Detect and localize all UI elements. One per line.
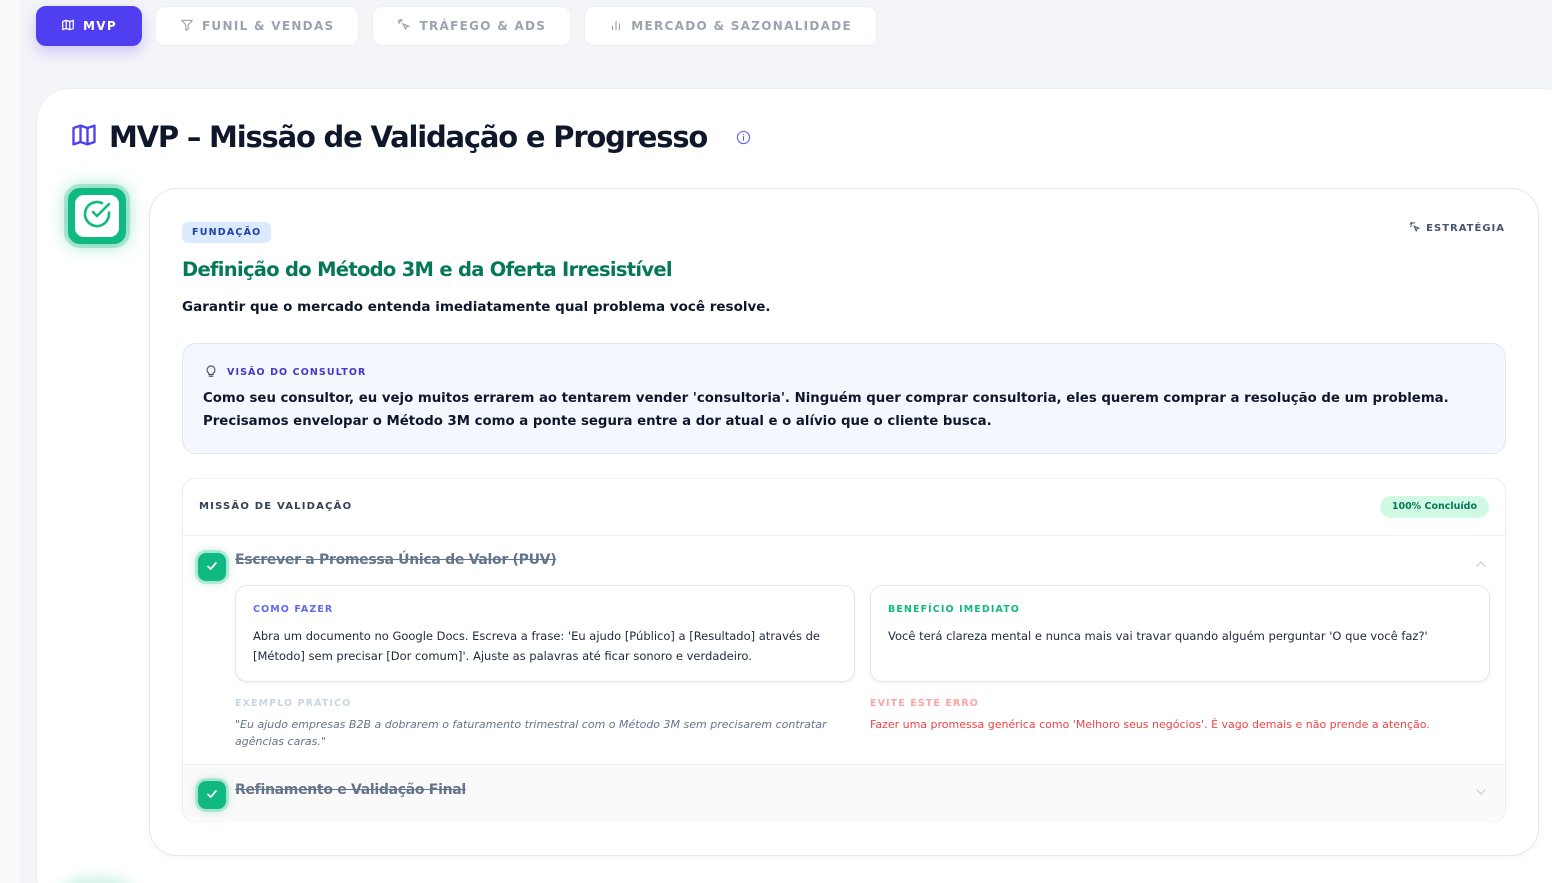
mission-item-title[interactable]: Escrever a Promessa Única de Valor (PUV) (235, 552, 557, 568)
strategy-link[interactable]: ESTRATÉGIA (1409, 221, 1505, 236)
lightbulb-icon (204, 364, 218, 381)
info-icon[interactable] (736, 130, 751, 145)
how-to-text: Abra um documento no Google Docs. Escrev… (253, 629, 820, 663)
strategy-label: ESTRATÉGIA (1426, 223, 1505, 234)
item-checkbox[interactable] (198, 553, 226, 581)
how-to-label: COMO FAZER (253, 604, 334, 615)
error-text: Fazer uma promessa genérica como 'Melhor… (870, 718, 1430, 731)
example-text: "Eu ajudo empresas B2B a dobrarem o fatu… (235, 718, 827, 748)
page-header: MVP – Missão de Validação e Progresso (70, 120, 751, 154)
consultant-label: VISÃO DO CONSULTOR (227, 367, 367, 378)
map-icon (70, 121, 98, 153)
mission-heading: MISSÃO DE VALIDAÇÃO (199, 501, 353, 512)
step-subtitle: Garantir que o mercado entenda imediatam… (182, 299, 771, 315)
mission-item-row[interactable]: Refinamento e Validação Final (183, 764, 1505, 823)
consultant-insight: VISÃO DO CONSULTOR Como seu consultor, e… (182, 343, 1506, 454)
divider (183, 535, 1505, 536)
tab-bar: MVP FUNIL & VENDAS TRÁFEGO & ADS MERCADO… (36, 6, 878, 46)
pointer-icon (1409, 221, 1421, 236)
consultant-text: Como seu consultor, eu vejo muitos errar… (203, 391, 1449, 429)
tab-mercado-sazonalidade[interactable]: MERCADO & SAZONALIDADE (584, 6, 878, 46)
check-circle-icon (81, 198, 113, 234)
tab-label: FUNIL & VENDAS (201, 19, 335, 33)
page-title: MVP – Missão de Validação e Progresso (109, 120, 708, 154)
example-label: EXEMPLO PRÁTICO (235, 698, 352, 709)
cursor-click-icon (397, 18, 412, 35)
page-edge (0, 0, 20, 883)
how-to-box: COMO FAZER Abra um documento no Google D… (235, 585, 855, 682)
tab-mvp[interactable]: MVP (36, 6, 142, 46)
check-icon (205, 558, 219, 577)
tab-label: MERCADO & SAZONALIDADE (631, 19, 853, 33)
map-icon (61, 18, 75, 35)
bar-chart-icon (609, 18, 623, 35)
benefit-text: Você terá clareza mental e nunca mais va… (888, 629, 1428, 643)
mission-panel: MISSÃO DE VALIDAÇÃO 100% Concluído Escre… (182, 478, 1506, 823)
check-icon (205, 786, 219, 805)
benefit-box: BENEFÍCIO IMEDIATO Você terá clareza men… (870, 585, 1490, 682)
mission-item-title[interactable]: Refinamento e Validação Final (235, 782, 466, 798)
step-complete-badge (68, 188, 126, 244)
tab-funil-vendas[interactable]: FUNIL & VENDAS (154, 6, 360, 46)
tab-label: MVP (83, 19, 117, 33)
benefit-label: BENEFÍCIO IMEDIATO (888, 604, 1020, 615)
error-label: EVITE ESTE ERRO (870, 698, 979, 709)
consultant-header: VISÃO DO CONSULTOR (204, 364, 366, 381)
filter-icon (180, 18, 194, 35)
progress-badge: 100% Concluído (1379, 496, 1489, 518)
step-title: Definição do Método 3M e da Oferta Irres… (182, 258, 673, 281)
chevron-down-icon[interactable] (1475, 783, 1487, 795)
tab-trafego-ads[interactable]: TRÁFEGO & ADS (372, 6, 572, 46)
tab-label: TRÁFEGO & ADS (419, 19, 547, 33)
item-checkbox[interactable] (198, 781, 226, 809)
phase-badge: FUNDAÇÃO (182, 222, 272, 243)
chevron-up-icon[interactable] (1475, 555, 1487, 567)
